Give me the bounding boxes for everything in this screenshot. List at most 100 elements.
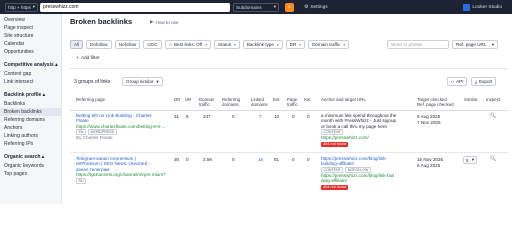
anchor-cell: https://presswhizz.com/blog/link-buildin… [321,156,415,190]
col-dr[interactable]: DR [174,97,180,102]
col-referring-page[interactable]: Referring page [76,97,105,102]
sidebar-item-anchors[interactable]: Anchors [4,125,22,131]
sidebar-item-linking-authors[interactable]: Linking authors [4,133,38,139]
anchor-cell: a minimum link spend throughout the month… [321,113,415,147]
status-badge: 404 not found [321,184,349,190]
export-button[interactable]: ⤓ Export [471,77,497,86]
filter-nofollow[interactable]: Nofollow [114,40,141,49]
sidebar-section-backlink[interactable]: Backlink profile ▴ [4,92,45,98]
sidebar-item-overview[interactable]: Overview [4,17,25,23]
ur-value: 0 [186,157,189,162]
chevron-down-icon: ▾ [299,42,302,47]
linked-domains-value[interactable]: 16 [258,157,263,162]
dr-value: 31 [174,114,180,119]
col-ur[interactable]: UR [185,97,191,102]
looker-studio-button[interactable]: Looker Studio [463,2,502,12]
referring-domains-value: 0 [232,157,235,162]
similar-select[interactable]: 5 ▾ [463,156,477,164]
filter-dr[interactable]: DR ▾ [285,40,306,49]
col-inspect[interactable]: Inspect [486,97,500,102]
magnifier-icon[interactable]: 🔍︎ [490,156,496,162]
page-traffic-value: 0 [292,157,295,162]
search-button[interactable]: ⌕ [285,2,294,12]
sidebar-item-backlinks[interactable]: Backlinks [4,101,25,107]
filter-domain-traffic[interactable]: Domain traffic ▾ [308,40,350,49]
col-domain-traffic[interactable]: Domain traffic [199,97,219,107]
sidebar-item-opportunities[interactable]: Opportunities [4,49,34,55]
chevron-down-icon: ▾ [32,4,35,9]
col-kw[interactable]: Kw. [304,97,311,102]
sidebar-item-organic-keywords[interactable]: Organic keywords [4,163,44,169]
col-ref-page-checked[interactable]: Ref. page checked [417,102,454,107]
row-divider [70,152,508,153]
sidebar: Overview Page inspect Site structure Cal… [0,14,62,204]
top-bar: http + https ▾ presswhizz.com Subdomains… [0,0,512,14]
chevron-down-icon: ▾ [471,157,474,162]
how-to-use-link[interactable]: ▶ How to use [150,19,179,25]
filter-status[interactable]: Status ▾ [214,40,240,49]
referring-page-title[interactable]: Betting 8/0 on Link Building - Charles Fl… [76,113,170,124]
filter-label: Best links: Off [173,42,203,47]
similar-count: 5 [466,157,469,163]
chevron-down-icon: ▾ [273,4,276,9]
sidebar-item-referring-domains[interactable]: Referring domains [4,117,45,123]
download-icon: ⤓ [475,79,478,84]
sidebar-item-referring-ips[interactable]: Referring IPs [4,141,33,147]
col-similar[interactable]: Similar [464,97,477,102]
filter-dofollow[interactable]: Dofollow [86,40,112,49]
filter-all[interactable]: All [70,40,84,49]
sidebar-item-broken-backlinks[interactable]: Broken backlinks [4,109,42,115]
settings-button[interactable]: ⚙ Settings [304,5,328,10]
filter-label: Domain traffic [312,42,341,47]
sidebar-section-organic[interactable]: Organic search ▴ [4,154,44,160]
filter-ugc[interactable]: UGC [143,40,162,49]
add-filter-button[interactable]: + Add filter [76,56,100,61]
ref-page-checked-value: 7 Nov 2025 [417,120,441,125]
divider [70,68,508,69]
magnifier-icon[interactable]: 🔍︎ [490,113,496,119]
group-similar-label: Group similar [126,79,154,84]
section-label: Organic search [4,154,41,160]
sidebar-item-site-structure[interactable]: Site structure [4,33,33,39]
play-icon: ▶ [150,19,154,24]
sidebar-item-content-gap[interactable]: Content gap [4,71,31,77]
filter-label: Backlink type [246,42,274,47]
filter-backlink-type[interactable]: Backlink type ▾ [242,40,283,49]
linked-domains-value[interactable]: 7 [259,114,262,119]
referring-page-url[interactable]: https://tgchannels.org/channel/mrpre miu… [76,172,170,177]
domain-traffic-value: 2.5K [203,157,213,162]
search-placeholder: Word or phrase [391,42,423,47]
author-label: By Charles Floate [76,135,113,141]
chevron-down-icon: ▾ [491,41,494,47]
search-input[interactable]: Word or phrase [387,40,449,49]
target-url[interactable]: https://presswhizz.com/blog/link-buil din… [321,173,415,184]
col-linked-domains[interactable]: Linked domains [251,97,271,107]
sidebar-item-top-pages[interactable]: Top pages [4,171,27,177]
col-ext[interactable]: Ext. [273,97,281,102]
mode-select[interactable]: Subdomains ▾ [233,2,279,12]
col-page-traffic[interactable]: Page traffic [287,97,301,107]
filter-best-links[interactable]: ☆ Best links: Off ▾ [164,40,212,49]
ref-page-url-select[interactable]: Ref. page URL ▾ [452,40,498,49]
api-button[interactable]: ‹› API [447,77,468,86]
group-similar-select[interactable]: Group similar ▾ [122,77,163,86]
target-checked-value: 6 Aug 2025 [417,114,441,119]
sidebar-item-calendar[interactable]: Calendar [4,41,24,47]
domain-input[interactable]: presswhizz.com [40,2,230,12]
col-anchor[interactable]: Anchor and target URL [321,97,366,102]
chevron-down-icon: ▾ [156,78,159,84]
title-line: Telegram-канал mrpremium | [76,156,136,161]
section-label: Competitive analysis [4,62,54,68]
status-row: 404 not found [321,141,415,147]
url-line: https://presswhizz.com/blog/link-buil [321,172,395,178]
sidebar-item-page-inspect[interactable]: Page inspect [4,25,33,31]
chevron-down-icon: ▾ [276,42,279,47]
protocol-select[interactable]: http + https ▾ [5,2,38,12]
anchor-text[interactable]: https://presswhizz.com/blog/link-buildin… [321,156,415,167]
col-referring-domains[interactable]: Referring domains [222,97,248,107]
referring-page-title[interactable]: Telegram-канал mrpremium | MrPremium | SE… [76,156,170,172]
anchor-line: or book a call thru my page here [321,123,387,129]
sidebar-item-link-intersect[interactable]: Link intersect [4,79,33,85]
sidebar-section-competitive[interactable]: Competitive analysis ▴ [4,62,58,68]
page-traffic-value: 0 [292,114,295,119]
